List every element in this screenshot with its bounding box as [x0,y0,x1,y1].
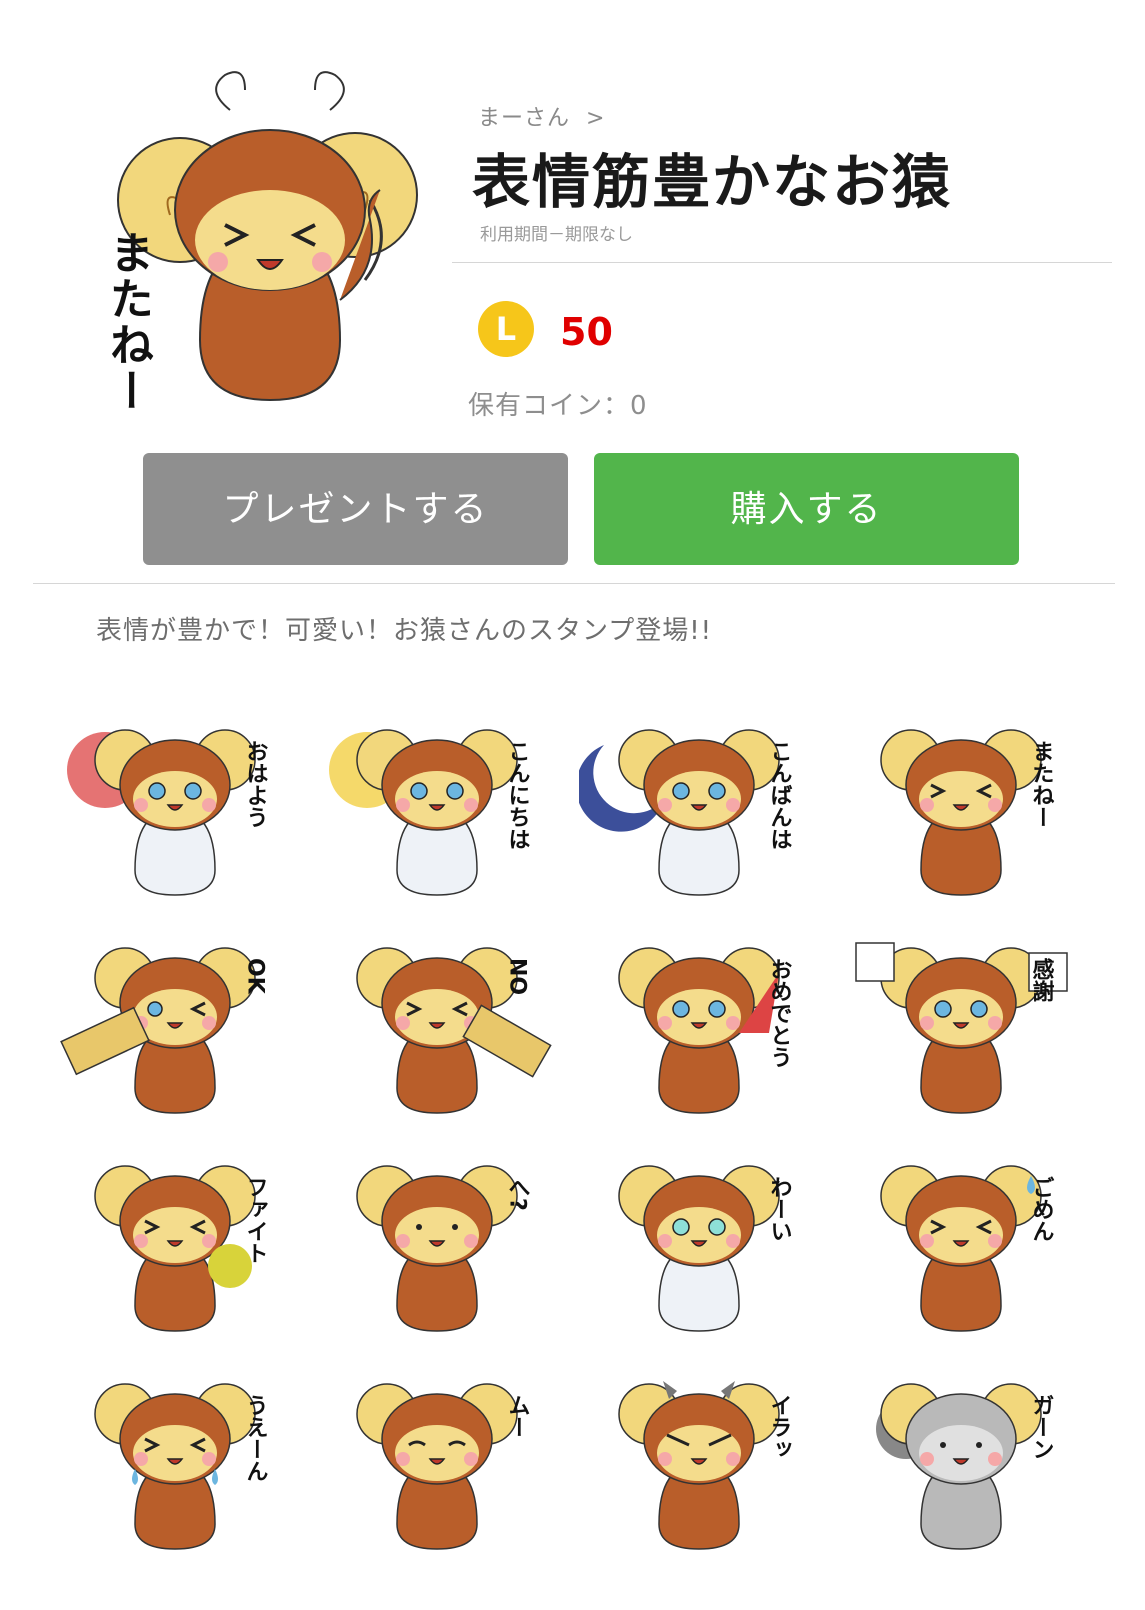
monkey-sticker-icon: OK [60,947,268,1114]
sticker-caption: 感謝 [1029,957,1055,1002]
sticker-caption: OK [243,958,268,995]
sticker-caption: おはよう [243,740,268,828]
sticker-caption: またねー [1029,740,1055,828]
sticker-caption: ファイト [243,1176,268,1264]
sticker-caption: ムー [505,1394,530,1438]
sticker-item[interactable]: またねー [841,700,1081,910]
divider [452,262,1112,263]
sticker-item[interactable]: おめでとう [579,918,819,1128]
monkey-sticker-icon: おめでとう [618,947,792,1114]
sticker-item[interactable]: こんにちは [317,700,557,910]
sticker-item[interactable]: うえーん [55,1354,295,1564]
page-title: 表情筋豊かなお猿 [472,148,953,216]
monkey-sticker-icon: わーい [618,1165,793,1332]
monkey-sticker-icon: こんにちは [329,729,530,896]
sticker-item[interactable]: 感謝 [841,918,1081,1128]
monkey-sticker-icon: NO [356,947,552,1114]
sticker-item[interactable]: おはよう [55,700,295,910]
monkey-sticker-icon: へ? [356,1165,531,1332]
monkey-sticker-icon: おはよう [67,729,268,896]
sticker-item[interactable]: こんばんは [579,700,819,910]
sticker-item[interactable]: イラッ [579,1354,819,1564]
chevron-right-icon: > [586,106,606,131]
sticker-caption: わーい [767,1176,793,1242]
price-value: 50 [560,310,613,354]
pack-description: 表情が豊かで！可愛い！お猿さんのスタンプ登場!! [96,616,713,646]
author-link[interactable]: まーさん > [478,100,605,132]
author-name: まーさん [478,106,571,131]
owned-coins: 保有コイン：0 [468,391,648,421]
sticker-caption: こんばんは [767,740,792,850]
sticker-grid: おはよう こんにちは こんばんは またねー OK NO おめでとう 感謝ファイト へ? わーい ごめ… [55,700,1105,1580]
buy-button[interactable]: 購入する [594,453,1019,565]
sticker-item[interactable]: ごめん [841,1136,1081,1346]
monkey-sticker-icon: ムー [356,1383,530,1550]
sticker-item[interactable]: OK [55,918,295,1128]
sticker-caption: こんにちは [505,740,530,850]
sticker-item[interactable]: ファイト [55,1136,295,1346]
monkey-sticker-icon: またねー [880,729,1055,896]
line-coin-icon: L [478,301,534,357]
monkey-sticker-icon: イラッ [618,1381,792,1550]
sticker-item[interactable]: ガーン [841,1354,1081,1564]
validity-period: 利用期間－期限なし [480,225,633,245]
sticker-caption: おめでとう [767,958,792,1068]
monkey-sticker-icon: ファイト [94,1165,268,1332]
sticker-caption: ごめん [1029,1176,1054,1242]
sticker-caption: イラッ [767,1394,792,1460]
present-button[interactable]: プレゼントする [143,453,568,565]
monkey-sticker-icon: ごめん [880,1165,1054,1332]
sticker-caption: NO [505,958,530,995]
divider [33,583,1115,584]
sticker-item[interactable]: NO [317,918,557,1128]
sticker-item[interactable]: へ? [317,1136,557,1346]
monkey-sticker-icon: 感謝 [855,942,1068,1114]
sticker-caption: へ? [505,1176,531,1211]
monkey-sticker-icon: こんばんは [579,729,792,896]
sticker-item[interactable]: わーい [579,1136,819,1346]
hero-sticker-image: またねー [40,60,430,430]
monkey-sticker-icon: ガーン [876,1383,1054,1550]
sticker-caption: うえーん [243,1394,268,1482]
hero-caption: またねー [102,230,153,414]
sticker-item[interactable]: ムー [317,1354,557,1564]
monkey-sticker-icon: うえーん [94,1383,268,1550]
sticker-caption: ガーン [1029,1394,1054,1460]
